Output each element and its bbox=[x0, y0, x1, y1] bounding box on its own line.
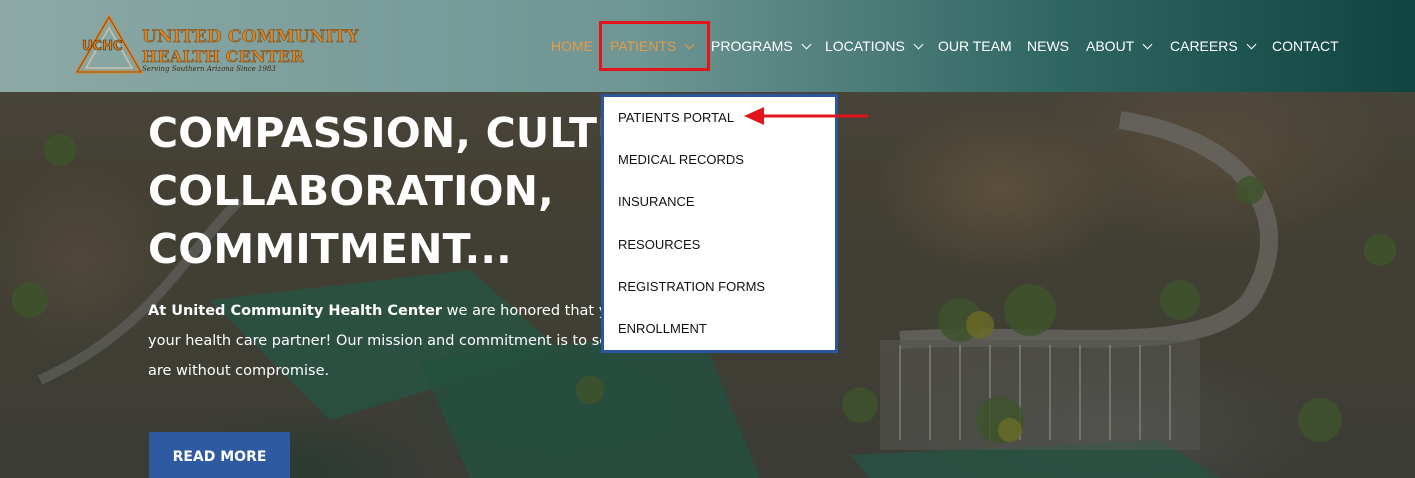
hero-paragraph-line1: At United Community Health Center we are… bbox=[148, 303, 666, 319]
nav-about-label: ABOUT bbox=[1086, 38, 1135, 54]
nav-careers[interactable]: CAREERS bbox=[1170, 37, 1257, 55]
chevron-down-icon bbox=[1142, 39, 1153, 49]
hero-paragraph-bold: At United Community Health Center bbox=[148, 303, 443, 319]
read-more-button[interactable]: READ MORE bbox=[149, 432, 290, 478]
hero-paragraph-line3: are without compromise. bbox=[148, 363, 330, 379]
dropdown-item-medical-records[interactable]: MEDICAL RECORDS bbox=[618, 152, 744, 167]
chevron-down-icon bbox=[913, 39, 924, 49]
nav-locations-label: LOCATIONS bbox=[825, 38, 905, 54]
nav-contact[interactable]: CONTACT bbox=[1272, 37, 1339, 55]
dropdown-item-enrollment[interactable]: ENROLLMENT bbox=[618, 321, 707, 336]
nav-locations[interactable]: LOCATIONS bbox=[825, 37, 924, 55]
nav-contact-label: CONTACT bbox=[1272, 38, 1339, 54]
nav-our-team[interactable]: OUR TEAM bbox=[938, 37, 1012, 55]
site-logo[interactable]: UCHC UNITED COMMUNITY HEALTH CENTER Serv… bbox=[74, 14, 359, 76]
nav-careers-label: CAREERS bbox=[1170, 38, 1238, 54]
chevron-down-icon bbox=[801, 39, 812, 49]
logo-tagline: Serving Southern Arizona Since 1983 bbox=[142, 65, 276, 73]
hero-paragraph-line2: your health care partner! Our mission an… bbox=[148, 333, 663, 349]
hero-headline-line3: COMMITMENT... bbox=[148, 225, 512, 273]
chevron-down-icon bbox=[1246, 39, 1257, 49]
nav-news-label: NEWS bbox=[1027, 38, 1069, 54]
logo-title-line1: UNITED COMMUNITY bbox=[142, 27, 359, 48]
dropdown-item-registration-forms[interactable]: REGISTRATION FORMS bbox=[618, 279, 765, 294]
nav-home[interactable]: HOME bbox=[551, 37, 593, 55]
patients-dropdown-menu: PATIENTS PORTAL MEDICAL RECORDS INSURANC… bbox=[601, 94, 838, 353]
dropdown-item-insurance[interactable]: INSURANCE bbox=[618, 194, 695, 209]
hero-headline-line2: COLLABORATION, bbox=[148, 167, 554, 215]
dropdown-item-patients-portal[interactable]: PATIENTS PORTAL bbox=[618, 110, 734, 125]
nav-about[interactable]: ABOUT bbox=[1086, 37, 1153, 55]
nav-programs-label: PROGRAMS bbox=[711, 38, 793, 54]
dropdown-item-resources[interactable]: RESOURCES bbox=[618, 237, 700, 252]
nav-home-label: HOME bbox=[551, 38, 593, 54]
logo-abbreviation: UCHC bbox=[82, 39, 123, 55]
nav-our-team-label: OUR TEAM bbox=[938, 38, 1012, 54]
nav-news[interactable]: NEWS bbox=[1027, 37, 1069, 55]
nav-programs[interactable]: PROGRAMS bbox=[711, 37, 812, 55]
patients-highlight-box bbox=[599, 21, 710, 71]
red-arrow-icon bbox=[744, 107, 868, 125]
logo-title-line2: HEALTH CENTER bbox=[142, 47, 304, 67]
